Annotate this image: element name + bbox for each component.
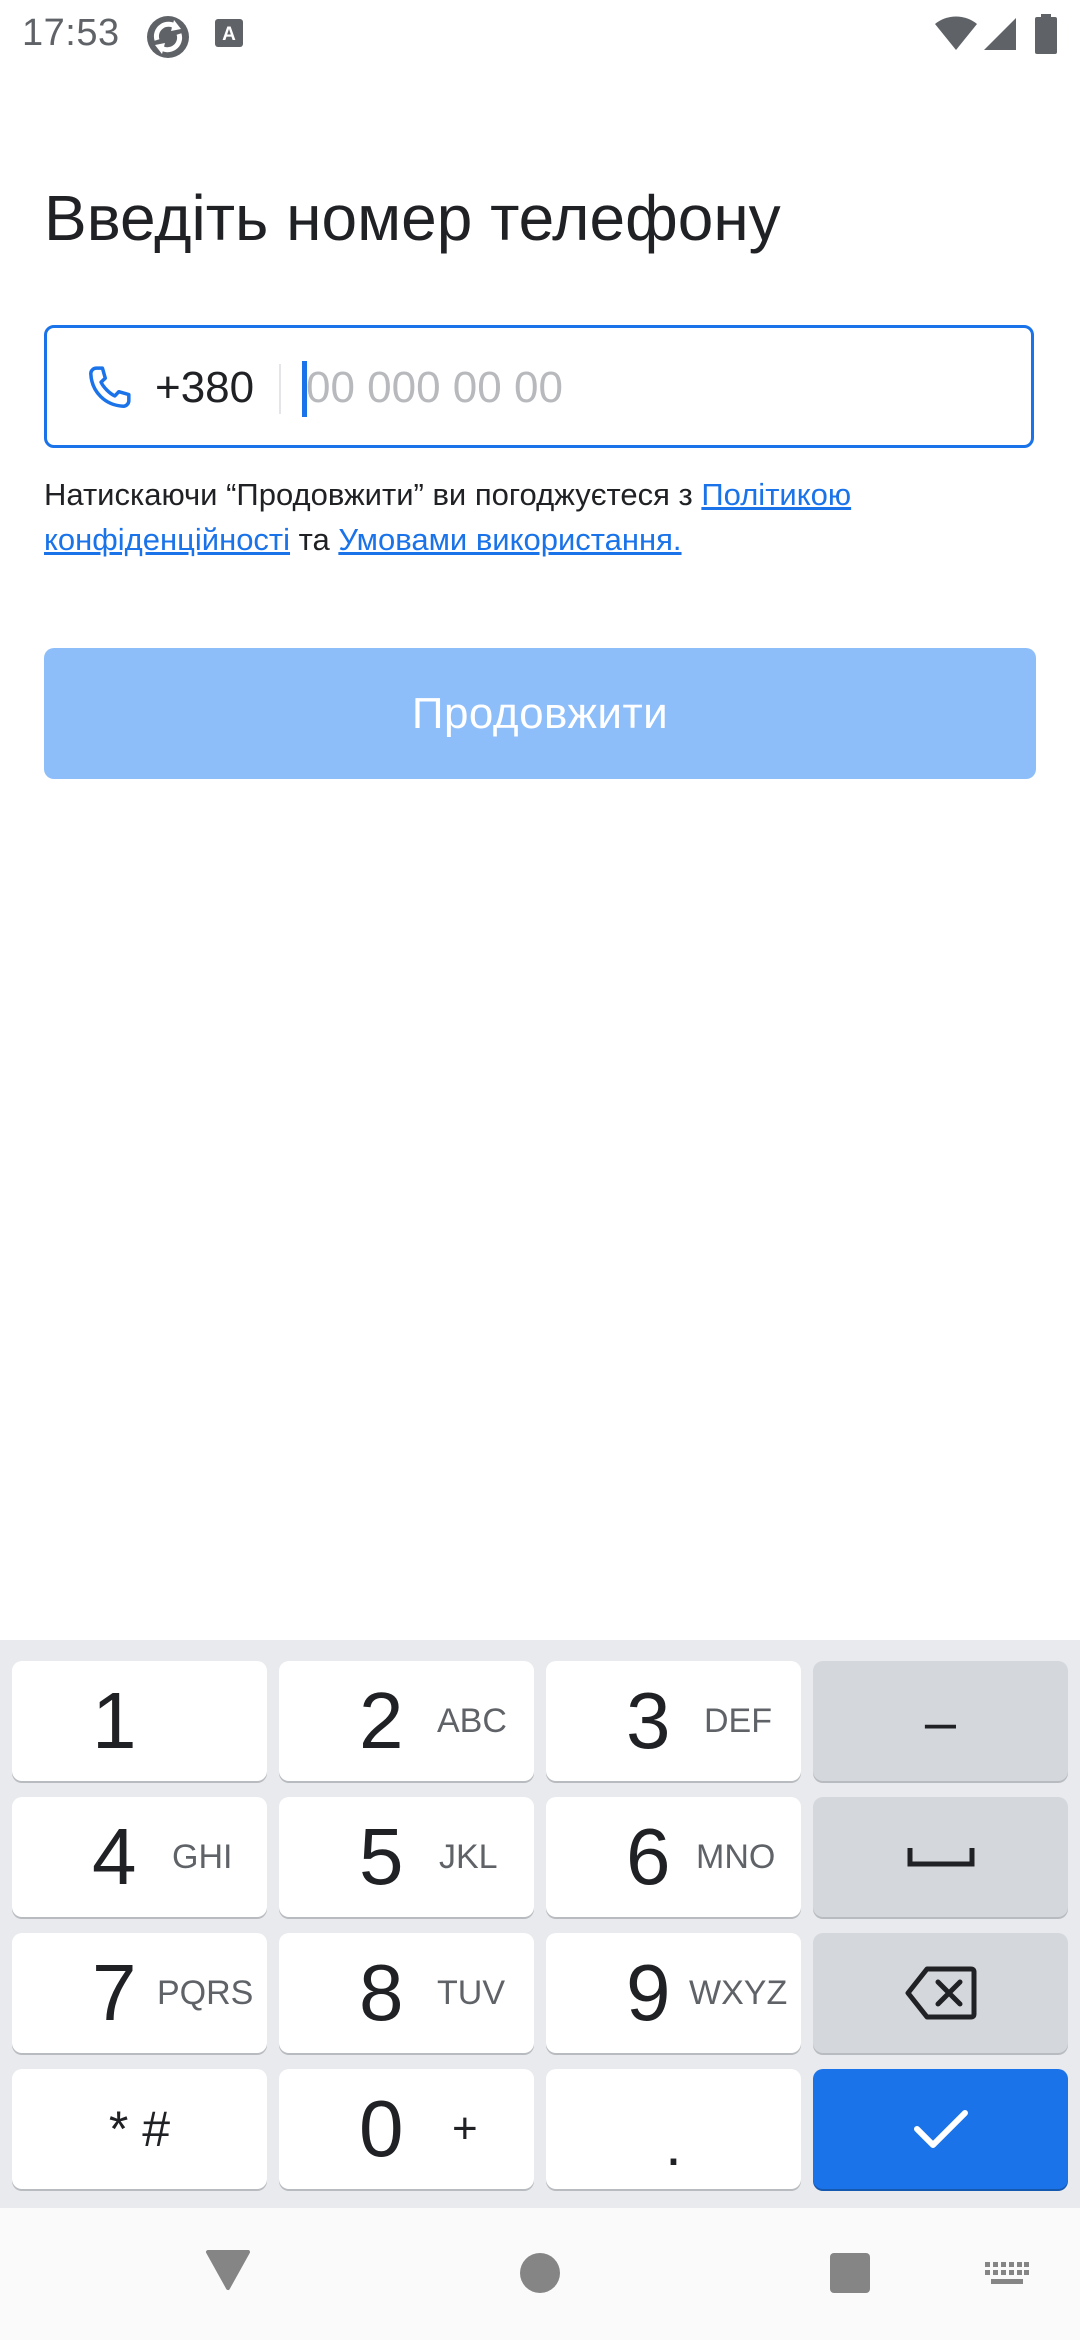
key-letters: JKL: [439, 1838, 498, 1876]
back-icon[interactable]: [205, 2248, 251, 2297]
key-digit: 9: [626, 1948, 671, 2037]
key-star-hash[interactable]: * #: [12, 2069, 267, 2189]
numeric-keyboard: 1 2 ABC 3 DEF – 4 GHI 5 JKL 6 MNO 7 PQRS…: [0, 1640, 1080, 2208]
key-done[interactable]: [813, 2069, 1068, 2189]
sync-app-icon: [145, 14, 191, 65]
key-letters: PQRS: [157, 1974, 254, 2012]
home-icon[interactable]: [519, 2252, 561, 2299]
phone-login-screen: 17:53 A Введіть номер телефону +380 00 0…: [0, 0, 1080, 2340]
field-divider: [279, 364, 281, 414]
key-letters: WXYZ: [689, 1974, 788, 2012]
checkmark-icon: [913, 2110, 968, 2148]
key-8[interactable]: 8 TUV: [279, 1933, 534, 2053]
key-digit: 5: [359, 1812, 404, 1901]
text-cursor: [302, 361, 307, 417]
country-code[interactable]: +380: [155, 362, 254, 414]
key-digit: 7: [92, 1948, 137, 2037]
key-0[interactable]: 0 +: [279, 2069, 534, 2189]
key-star-hash-label: * #: [108, 2101, 171, 2157]
key-dot[interactable]: .: [546, 2069, 801, 2189]
keyboard-a-icon: A: [214, 18, 244, 53]
key-minus[interactable]: –: [813, 1661, 1068, 1781]
phone-number-field[interactable]: +380: [44, 325, 1034, 448]
key-digit: 6: [626, 1812, 671, 1901]
page-title: Введіть номер телефону: [44, 182, 781, 254]
key-letters: +: [452, 2104, 478, 2153]
key-dot-label: .: [665, 2110, 682, 2178]
key-digit: 8: [359, 1948, 404, 2037]
status-bar: 17:53 A: [0, 0, 1080, 70]
phone-input[interactable]: [302, 352, 1006, 424]
key-letters: ABC: [437, 1702, 507, 1740]
key-9[interactable]: 9 WXYZ: [546, 1933, 801, 2053]
navigation-bar: [0, 2208, 1080, 2340]
key-2[interactable]: 2 ABC: [279, 1661, 534, 1781]
key-minus-label: –: [924, 1689, 957, 1753]
key-space[interactable]: [813, 1797, 1068, 1917]
key-digit: 3: [626, 1676, 671, 1765]
svg-text:A: A: [222, 24, 236, 45]
wifi-icon: [934, 16, 978, 57]
battery-icon: [1035, 14, 1057, 59]
keyboard-switch-icon[interactable]: [985, 2262, 1029, 2293]
key-letters: MNO: [696, 1838, 776, 1876]
key-5[interactable]: 5 JKL: [279, 1797, 534, 1917]
key-4[interactable]: 4 GHI: [12, 1797, 267, 1917]
consent-text: Натискаючи “Продовжити” ви погоджуєтеся …: [44, 472, 1044, 562]
key-3[interactable]: 3 DEF: [546, 1661, 801, 1781]
key-6[interactable]: 6 MNO: [546, 1797, 801, 1917]
key-digit: 2: [359, 1676, 404, 1765]
signal-icon: [982, 16, 1018, 57]
recents-icon[interactable]: [830, 2253, 870, 2298]
key-1[interactable]: 1: [12, 1661, 267, 1781]
continue-button[interactable]: Продовжити: [44, 648, 1036, 779]
key-letters: GHI: [172, 1838, 233, 1876]
phone-icon: [81, 360, 137, 416]
key-digit: 0: [359, 2084, 404, 2173]
key-letters: TUV: [437, 1974, 505, 2012]
space-bar-icon: [907, 1848, 974, 1867]
consent-prefix: Натискаючи “Продовжити” ви погоджуєтеся …: [44, 477, 702, 512]
key-7[interactable]: 7 PQRS: [12, 1933, 267, 2053]
terms-of-use-link[interactable]: Умовами використання.: [338, 522, 681, 557]
key-digit: 4: [92, 1812, 137, 1901]
key-letters: DEF: [704, 1702, 772, 1740]
key-backspace[interactable]: [813, 1933, 1068, 2053]
consent-middle: та: [290, 522, 339, 557]
status-time: 17:53: [22, 12, 120, 54]
backspace-icon: [905, 1966, 976, 2020]
key-digit: 1: [92, 1676, 137, 1765]
